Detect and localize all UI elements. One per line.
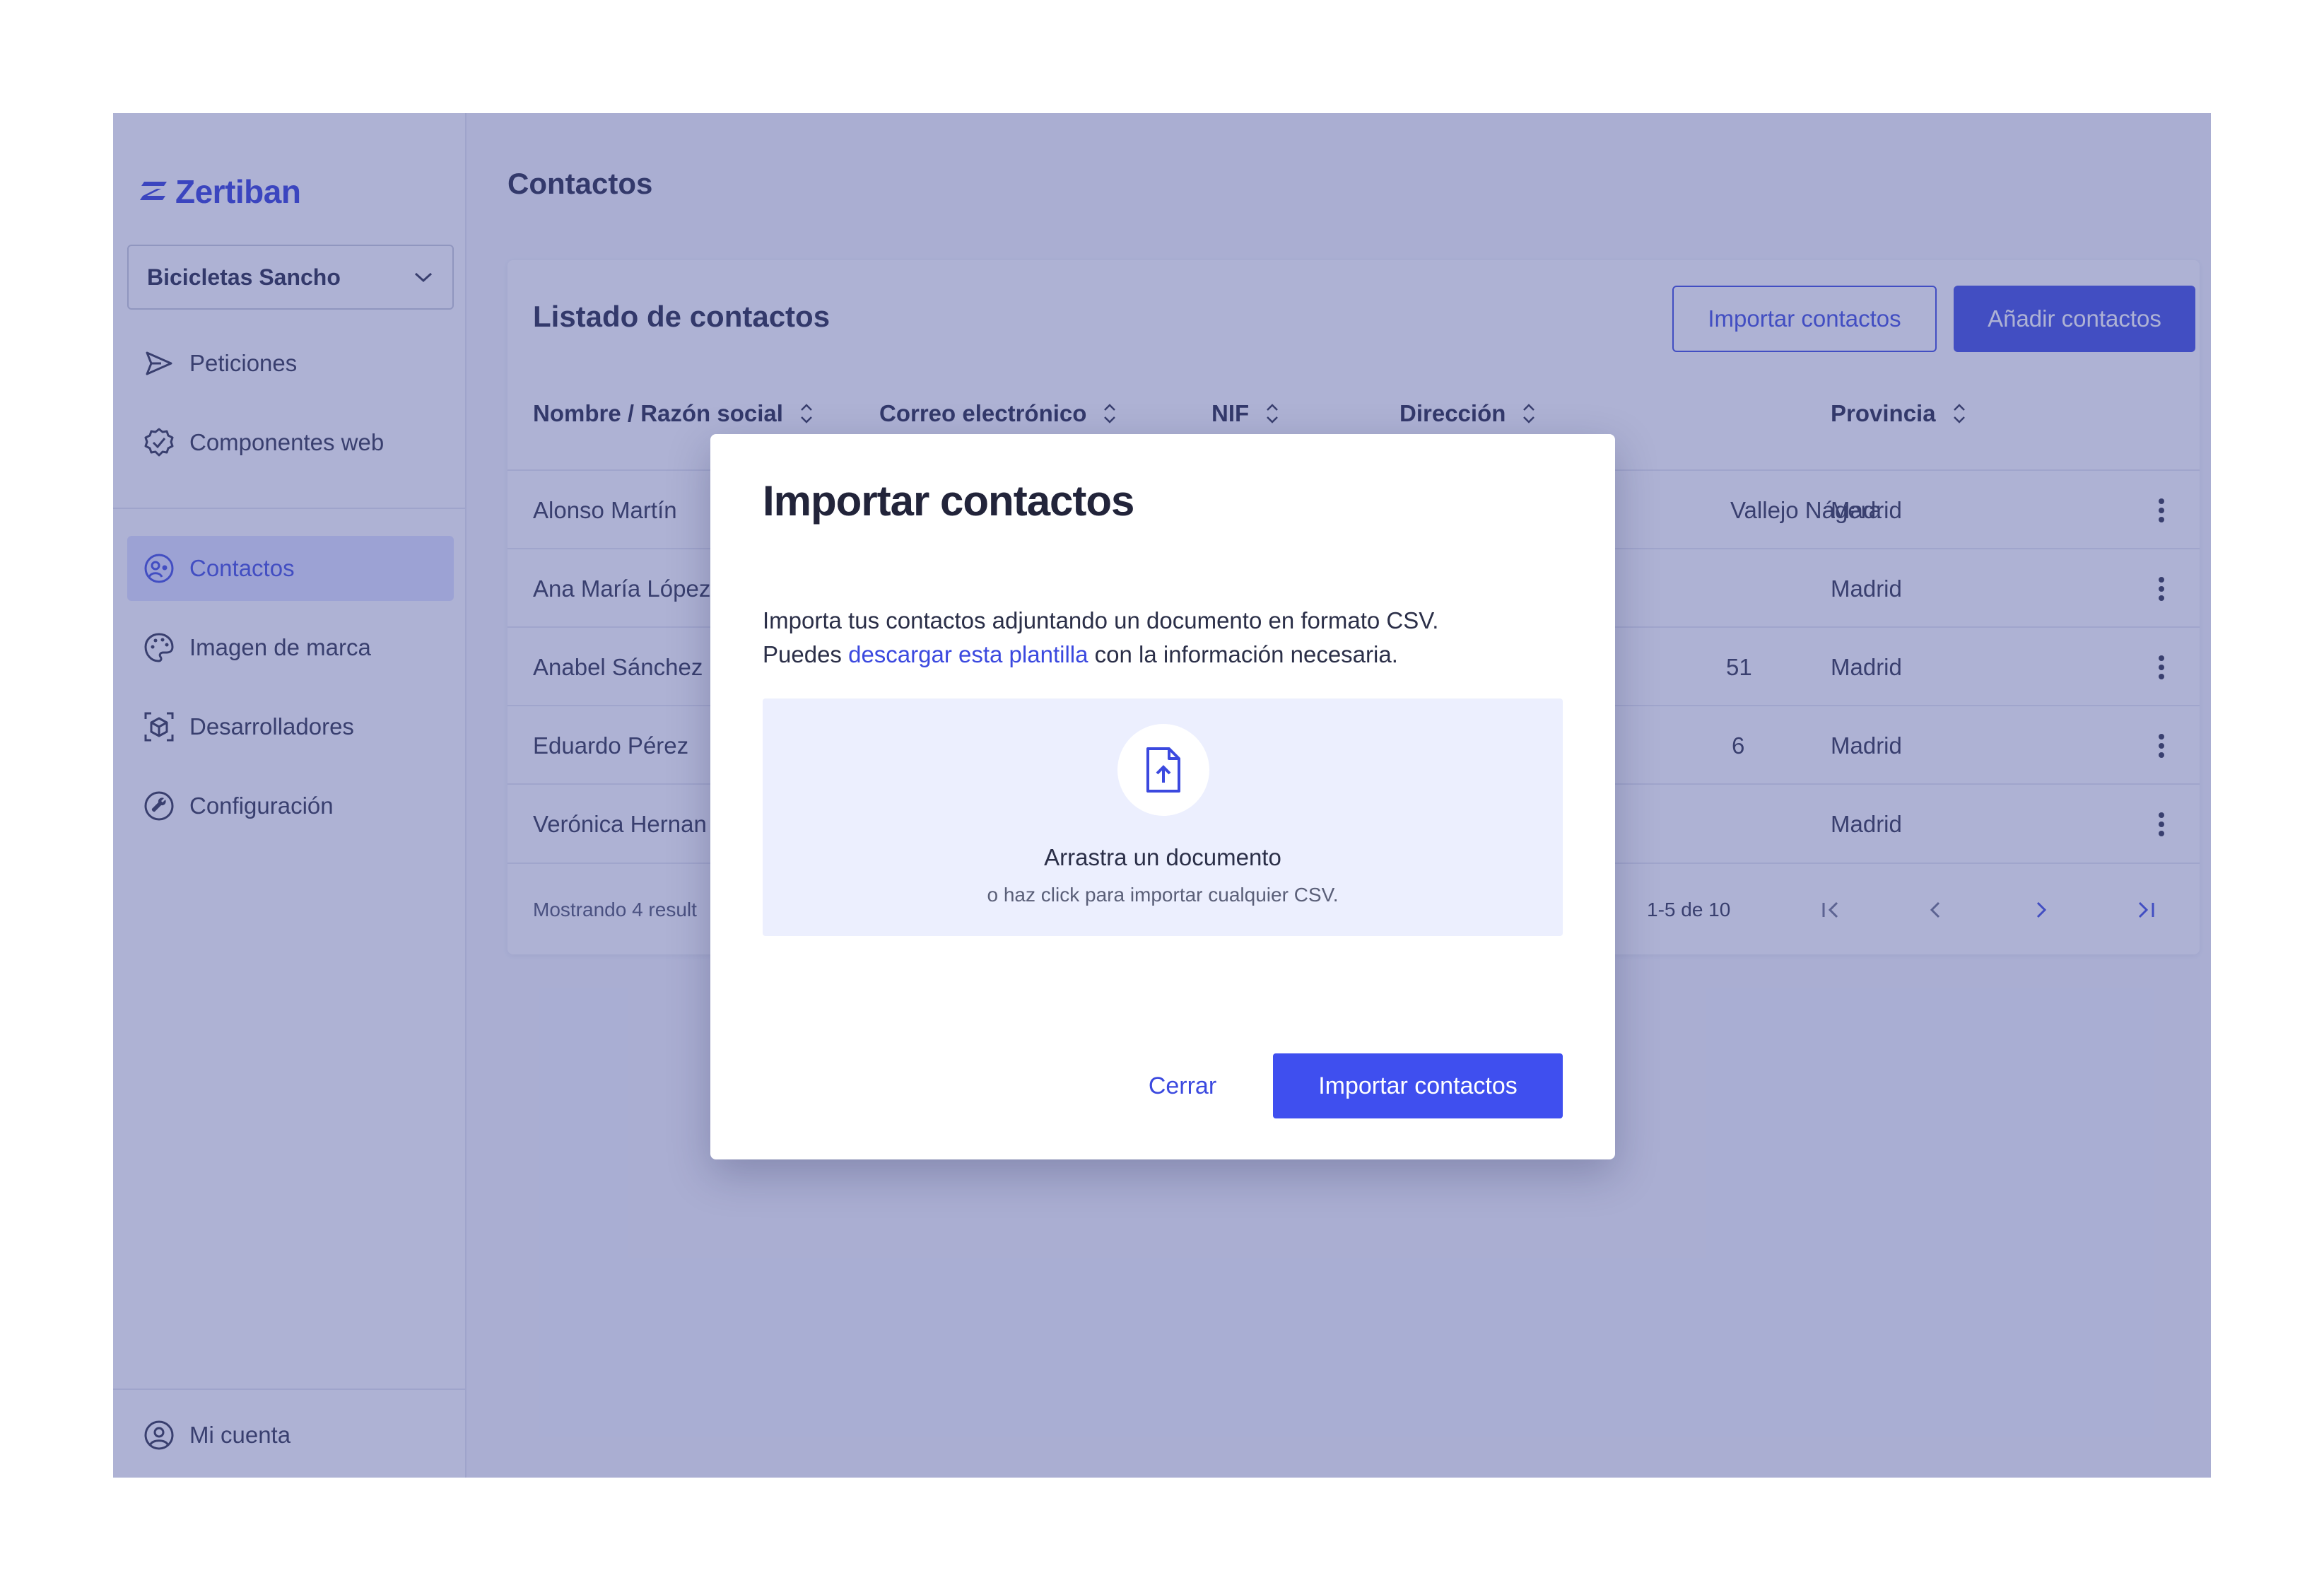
modal-description-prefix: Puedes [763, 641, 849, 667]
app-window: Zertiban Bicicletas Sancho Peticiones Co… [113, 113, 2211, 1478]
modal-title: Importar contactos [763, 477, 1134, 525]
modal-description: Importa tus contactos adjuntando un docu… [763, 604, 1438, 672]
modal-description-suffix: con la información necesaria. [1088, 641, 1398, 667]
modal-description-line2: Puedes descargar esta plantilla con la i… [763, 638, 1438, 672]
dropzone-subtitle: o haz click para importar cualquier CSV. [987, 884, 1339, 906]
close-button[interactable]: Cerrar [1123, 1053, 1242, 1118]
csv-dropzone[interactable]: Arrastra un documento o haz click para i… [763, 698, 1563, 936]
import-contacts-modal: Importar contactos Importa tus contactos… [710, 434, 1615, 1159]
modal-description-line1: Importa tus contactos adjuntando un docu… [763, 607, 1439, 633]
download-template-link[interactable]: descargar esta plantilla [848, 641, 1088, 667]
dropzone-title: Arrastra un documento [1044, 844, 1281, 870]
import-contacts-submit-button[interactable]: Importar contactos [1273, 1053, 1563, 1118]
file-upload-icon [1117, 724, 1209, 816]
